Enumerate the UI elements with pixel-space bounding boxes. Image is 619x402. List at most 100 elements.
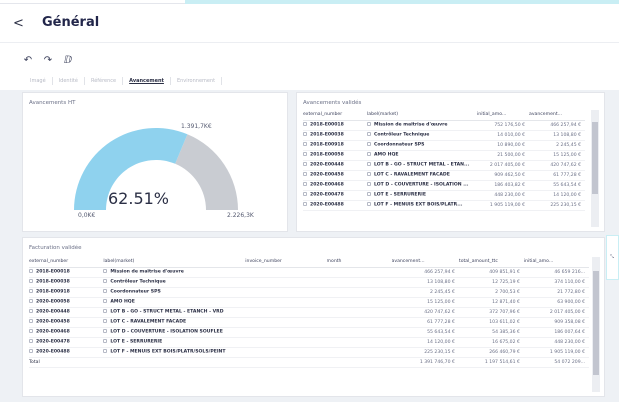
col-avancement[interactable]: avancement... bbox=[529, 110, 585, 121]
table-row[interactable]: 2018-E00038 Contrôleur Technique 13 108,80… bbox=[29, 277, 589, 288]
table-cell bbox=[245, 277, 327, 288]
table-row[interactable]: 2018-E00018 Mission de maîtrise d'œuvre 46… bbox=[29, 267, 589, 278]
cell-label: Coordonnateur SPS bbox=[110, 289, 161, 295]
tab-environnement[interactable]: Environnement bbox=[171, 77, 223, 85]
row-checkbox[interactable] bbox=[303, 122, 307, 127]
table-row[interactable]: 2018-E00918 Coordonnateur SPS 10 890,00 €2… bbox=[303, 140, 585, 151]
table-row[interactable]: 2020-E00468 LOT D - COUVERTURE - ISOLATIO… bbox=[303, 180, 585, 191]
scrollbar[interactable] bbox=[592, 257, 600, 392]
cell-label: Contrôleur Technique bbox=[110, 279, 166, 285]
row-checkbox[interactable] bbox=[29, 319, 33, 324]
table-cell: 420 747,62 € bbox=[529, 160, 585, 171]
col-month[interactable]: month bbox=[326, 257, 392, 268]
back-button[interactable]: < bbox=[13, 16, 24, 31]
table-row[interactable]: 2020-E00488 LOT F - MENUIS EXT BOIS/PLATR… bbox=[29, 347, 589, 358]
col-initial-amount[interactable]: initial_amo... bbox=[477, 110, 529, 121]
table-cell: 55 643,54 € bbox=[391, 327, 459, 338]
cell-external-number: 2018-E00018 bbox=[36, 269, 70, 275]
table-cell: AMO HQE bbox=[367, 150, 477, 161]
tab-identite[interactable]: Identité bbox=[53, 77, 85, 85]
table-cell: 374 110,00 € bbox=[523, 277, 589, 288]
cell-external-number: 2020-E00468 bbox=[36, 329, 70, 335]
col-label-market[interactable]: label(market) bbox=[367, 110, 477, 121]
row-checkbox[interactable] bbox=[303, 202, 307, 207]
col-external-number[interactable]: external_number bbox=[303, 110, 367, 121]
cell-label: LOT E - SERRURERIE bbox=[374, 192, 426, 198]
table-header-row: external_number label(market) initial_am… bbox=[303, 110, 585, 121]
undo-icon[interactable]: ↶ bbox=[22, 55, 34, 66]
col-initial-amount[interactable]: initial_amo... bbox=[523, 257, 589, 268]
table-row[interactable]: 2020-E00458 LOT C - RAVALEMENT FACADE 909 … bbox=[303, 170, 585, 181]
table-cell bbox=[245, 337, 327, 348]
cell-label: Mission de maîtrise d'œuvre bbox=[110, 269, 184, 275]
cell-external-number: 2020-E00478 bbox=[310, 192, 344, 198]
table-cell: 2 017 405,00 € bbox=[523, 307, 589, 318]
table-cell: 2 017 405,00 € bbox=[477, 160, 529, 171]
row-label-icon bbox=[103, 329, 108, 334]
table-cell: 46 659 216... bbox=[523, 267, 589, 278]
row-checkbox[interactable] bbox=[29, 329, 33, 334]
table-cell: Mission de maîtrise d'œuvre bbox=[367, 120, 477, 131]
tab-avancement[interactable]: Avancement bbox=[123, 77, 171, 85]
table-cell bbox=[245, 297, 327, 308]
table-row[interactable]: 2020-E00058 AMO HQE 15 125,00 €12 871,40 €… bbox=[29, 297, 589, 308]
row-checkbox[interactable] bbox=[303, 142, 307, 147]
row-checkbox[interactable] bbox=[29, 349, 33, 354]
cell-label: LOT C - RAVALEMENT FACADE bbox=[374, 172, 450, 178]
col-total-ttc[interactable]: total_amount_ttc bbox=[458, 257, 524, 268]
col-invoice-number[interactable]: invoice_number bbox=[245, 257, 327, 268]
row-checkbox[interactable] bbox=[303, 132, 307, 137]
cell-external-number: 2018-E00058 bbox=[310, 152, 344, 158]
expand-icon[interactable]: ⤡ bbox=[610, 254, 614, 260]
table-cell: 2020-E00468 bbox=[303, 180, 367, 191]
table-cell bbox=[326, 337, 392, 348]
col-avancement[interactable]: avancement... bbox=[391, 257, 459, 268]
tab-image[interactable]: Imagé bbox=[24, 77, 53, 85]
table-row[interactable]: 2018-E00058 AMO HQE 21 500,00 €15 125,00 € bbox=[303, 150, 585, 161]
row-checkbox[interactable] bbox=[29, 289, 33, 294]
row-checkbox[interactable] bbox=[303, 152, 307, 157]
cell-external-number: 2018-E00038 bbox=[310, 132, 344, 138]
scrollbar[interactable] bbox=[591, 110, 599, 227]
scrollbar-thumb[interactable] bbox=[592, 122, 598, 194]
row-checkbox[interactable] bbox=[29, 309, 33, 314]
cell-label: Contrôleur Technique bbox=[374, 132, 430, 138]
scrollbar-thumb[interactable] bbox=[593, 271, 599, 375]
table-row[interactable]: 2020-E00488 LOT F - MENUIS EXT BOIS/PLATR… bbox=[303, 200, 585, 211]
row-label-icon bbox=[103, 339, 108, 344]
table-cell: LOT F - MENUIS EXT BOIS/PLATR... bbox=[367, 200, 477, 211]
row-checkbox[interactable] bbox=[29, 339, 33, 344]
total-label: Total bbox=[29, 357, 104, 368]
row-checkbox[interactable] bbox=[29, 279, 33, 284]
extra-icon[interactable]: ⅅ bbox=[62, 55, 74, 66]
row-label-icon bbox=[367, 152, 371, 157]
table-row[interactable]: 2020-E00458 LOT C - RAVALEMENT FACADE 61 7… bbox=[29, 317, 589, 328]
row-checkbox[interactable] bbox=[303, 162, 307, 167]
table-row[interactable]: 2020-E00448 LOT B - GO - STRUCT METAL - E… bbox=[29, 307, 589, 318]
row-label-icon bbox=[103, 289, 108, 294]
table-row[interactable]: 2020-E00478 LOT E - SERRURERIE 14 120,00 €… bbox=[29, 337, 589, 348]
row-checkbox[interactable] bbox=[303, 192, 307, 197]
redo-icon[interactable]: ↷ bbox=[42, 55, 54, 66]
row-checkbox[interactable] bbox=[29, 299, 33, 304]
table-row[interactable]: 2018-E00038 Contrôleur Technique 14 010,00… bbox=[303, 130, 585, 141]
row-checkbox[interactable] bbox=[303, 182, 307, 187]
table-row[interactable]: 2020-E00478 LOT E - SERRURERIE 448 230,00 … bbox=[303, 190, 585, 201]
table-row[interactable]: 2018-E00918 Coordonnateur SPS 2 245,45 €2 … bbox=[29, 287, 589, 298]
page-title: Général bbox=[42, 15, 100, 30]
table-cell: Contrôleur Technique bbox=[367, 130, 477, 141]
tab-reference[interactable]: Référence bbox=[85, 77, 124, 85]
table-cell: 2018-E00038 bbox=[303, 130, 367, 141]
table-cell: 63 900,00 € bbox=[523, 297, 589, 308]
col-label-market[interactable]: label(market) bbox=[103, 257, 246, 268]
side-expand-tab[interactable]: ⤡ bbox=[606, 235, 619, 280]
table-row[interactable]: 2020-E00468 LOT D - COUVERTURE - ISOLATIO… bbox=[29, 327, 589, 338]
table-cell bbox=[326, 297, 392, 308]
row-label-icon bbox=[103, 299, 108, 304]
col-external-number[interactable]: external_number bbox=[29, 257, 104, 268]
table-row[interactable]: 2020-E00448 LOT B - GO - STRUCT METAL - E… bbox=[303, 160, 585, 171]
cell-external-number: 2020-E00448 bbox=[310, 162, 344, 168]
row-checkbox[interactable] bbox=[29, 269, 33, 274]
row-checkbox[interactable] bbox=[303, 172, 307, 177]
table-row[interactable]: 2018-E00018 Mission de maîtrise d'œuvre 75… bbox=[303, 120, 585, 131]
